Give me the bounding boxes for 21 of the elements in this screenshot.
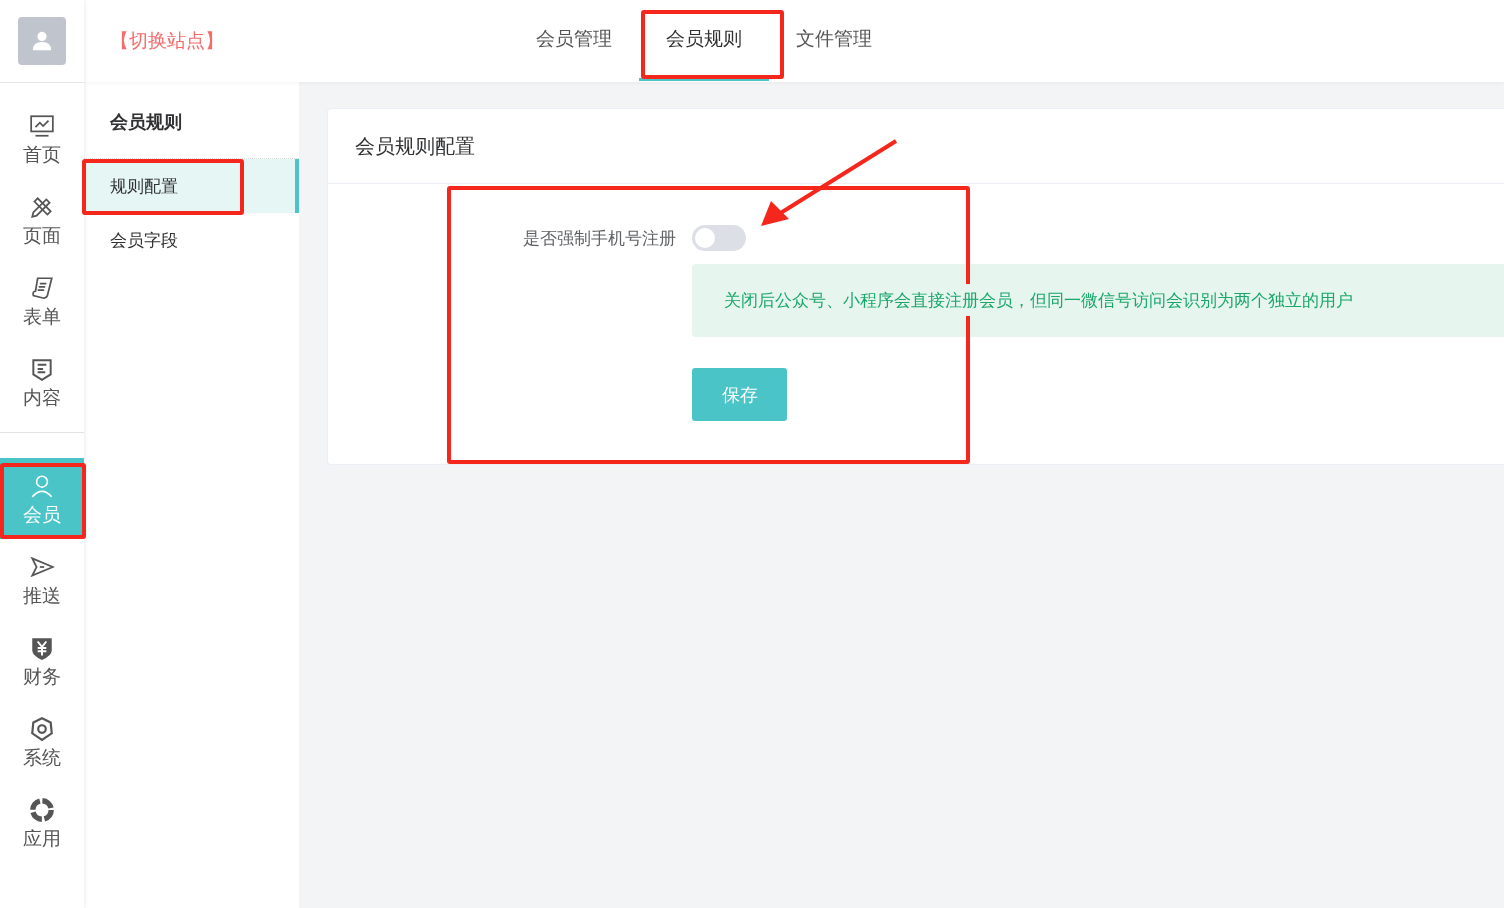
scroll-list-icon (29, 274, 55, 301)
submenu-item[interactable]: 会员字段 (84, 213, 299, 267)
notice-message: 关闭后公众号、小程序会直接注册会员，但同一微信号访问会识别为两个独立的用户 (692, 264, 1504, 337)
nav-item[interactable]: 应用 (0, 782, 84, 863)
nav-item[interactable]: 内容 (0, 341, 84, 422)
field-label: 是否强制手机号注册 (523, 226, 676, 250)
card-title: 会员规则配置 (328, 109, 1504, 184)
nav-item[interactable]: 首页 (0, 98, 84, 179)
gear-icon (29, 715, 55, 742)
ring-icon (29, 796, 55, 823)
chart-monitor-icon (29, 112, 55, 139)
avatar-icon[interactable] (18, 17, 66, 65)
nav-item[interactable]: 财务 (0, 620, 84, 701)
top-tab[interactable]: 会员规则 (639, 0, 769, 81)
nav-item[interactable]: 页面 (0, 179, 84, 260)
top-tab[interactable]: 会员管理 (509, 0, 639, 81)
nav-item[interactable]: 推送 (0, 539, 84, 620)
nav-item[interactable]: 表单 (0, 260, 84, 341)
nav-item[interactable]: 系统 (0, 701, 84, 782)
top-tab[interactable]: 文件管理 (769, 0, 899, 81)
toggle-switch[interactable] (692, 225, 746, 251)
